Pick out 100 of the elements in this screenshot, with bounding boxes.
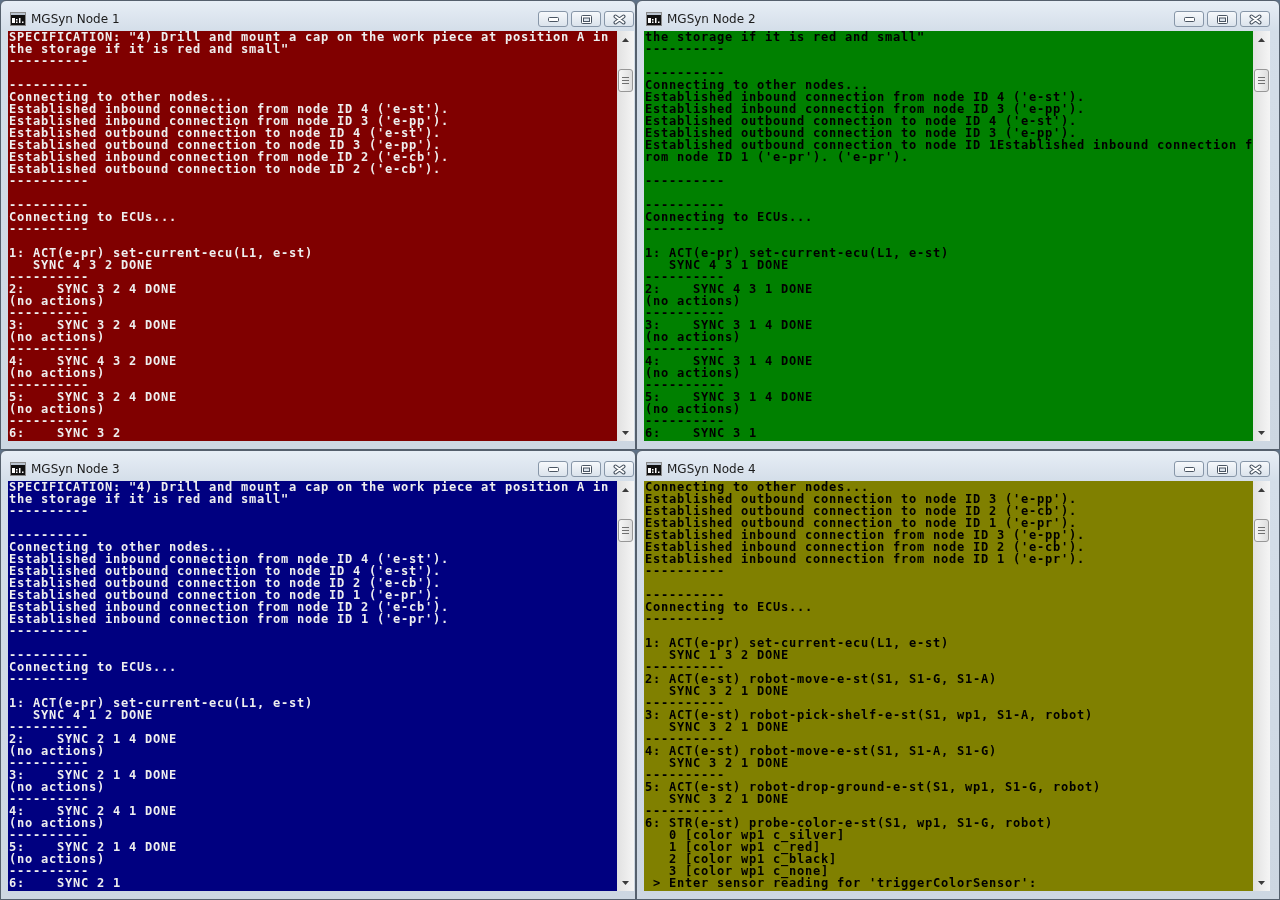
- console-line: Established outbound connection to node ID 3 ('e-pp').: [9, 139, 442, 151]
- window-title: MGSyn Node 2: [667, 12, 756, 26]
- console-line: 6: SYNC 3 1: [645, 427, 757, 439]
- minimize-button[interactable]: [1174, 461, 1204, 477]
- maximize-button[interactable]: [571, 461, 601, 477]
- down-arrow-icon: [622, 430, 629, 435]
- console-line: Established outbound connection to node ID 4 ('e-st').: [9, 565, 442, 577]
- console-line: 1: ACT(e-pr) set-current-ecu(L1, e-st): [645, 247, 950, 259]
- close-button[interactable]: [1240, 11, 1270, 27]
- minimize-icon: [1183, 466, 1195, 472]
- scrollbar-thumb[interactable]: [1254, 69, 1269, 92]
- console-line: ----------: [9, 529, 89, 541]
- console-line: ----------: [645, 343, 725, 355]
- console-line: ----------: [645, 307, 725, 319]
- console-icon: [646, 462, 662, 476]
- minimize-button[interactable]: [538, 11, 568, 27]
- maximize-button[interactable]: [1207, 11, 1237, 27]
- maximize-button[interactable]: [571, 11, 601, 27]
- scrollbar-thumb[interactable]: [618, 69, 633, 92]
- minimize-button[interactable]: [1174, 11, 1204, 27]
- console-line: Connecting to ECUs...: [9, 661, 177, 673]
- console-line: ----------: [645, 697, 725, 709]
- console-line: ----------: [645, 43, 725, 55]
- up-arrow-icon: [1258, 487, 1265, 492]
- console-line: (no actions): [9, 367, 105, 379]
- console-icon: [10, 12, 26, 26]
- scrollbar-thumb[interactable]: [1254, 519, 1269, 542]
- console-line: 4: SYNC 4 3 2 DONE: [9, 355, 177, 367]
- console-line: SPECIFICATION: "4) Drill and mount a cap on the work piece at position A in: [9, 31, 610, 43]
- console-line: ----------: [9, 757, 89, 769]
- console-line: Established outbound connection to node ID 4 ('e-st').: [9, 127, 442, 139]
- console-line: SYNC 3 2 1 DONE: [669, 793, 789, 805]
- console-line: Connecting to other nodes...: [645, 79, 870, 91]
- close-icon: [1248, 463, 1262, 475]
- down-arrow-icon: [622, 880, 629, 885]
- window-title: MGSyn Node 1: [31, 12, 120, 26]
- minimize-button[interactable]: [538, 461, 568, 477]
- console-line: (no actions): [9, 331, 105, 343]
- minimize-icon: [547, 466, 559, 472]
- console-line: ----------: [645, 67, 725, 79]
- console-line: Established inbound connection from node ID 1 ('e-pr').: [9, 613, 450, 625]
- console-line: > Enter sensor reading for 'triggerColorSensor':: [653, 877, 1038, 889]
- console-line: the storage if it is red and small": [9, 43, 290, 55]
- console-line: ----------: [645, 805, 725, 817]
- console-line: ----------: [645, 223, 725, 235]
- console-line: Connecting to other nodes...: [9, 541, 234, 553]
- console-line: Established outbound connection to node ID 2 ('e-cb').: [9, 577, 442, 589]
- maximize-icon: [1216, 14, 1228, 24]
- console-line: (no actions): [9, 403, 105, 415]
- console-line: ----------: [9, 79, 89, 91]
- console-line: Established inbound connection from node ID 2 ('e-cb').: [9, 151, 450, 163]
- console-line: SPECIFICATION: "4) Drill and mount a cap on the work piece at position A in: [9, 481, 610, 493]
- close-icon: [1248, 13, 1262, 25]
- maximize-icon: [580, 464, 592, 474]
- console-line: 2: ACT(e-st) robot-move-e-st(S1, S1-G, S1-A): [645, 673, 998, 685]
- console-line: 5: SYNC 3 2 4 DONE: [9, 391, 177, 403]
- close-button[interactable]: [1240, 461, 1270, 477]
- scrollbar-thumb[interactable]: [618, 519, 633, 542]
- console-line: 2: SYNC 4 3 1 DONE: [645, 283, 813, 295]
- console-line: ----------: [645, 415, 725, 427]
- console-line: ----------: [9, 199, 89, 211]
- console-line: 3 [color wp1 c_none]: [669, 865, 829, 877]
- console-line: Established outbound connection to node ID 3 ('e-pp').: [645, 127, 1078, 139]
- console-line: Established outbound connection to node ID 3 ('e-pp').: [645, 493, 1078, 505]
- console-line: ----------: [9, 415, 89, 427]
- close-button[interactable]: [604, 11, 634, 27]
- console-line: ----------: [645, 589, 725, 601]
- console-line: 5: ACT(e-st) robot-drop-ground-e-st(S1, wp1, S1-G, robot): [645, 781, 1102, 793]
- console-icon: [646, 12, 662, 26]
- console-line: Connecting to other nodes...: [9, 91, 234, 103]
- grip-icon: [622, 77, 629, 84]
- console-line: 1: ACT(e-pr) set-current-ecu(L1, e-st): [9, 247, 314, 259]
- console-line: SYNC 3 2 1 DONE: [669, 685, 789, 697]
- console-line: (no actions): [9, 295, 105, 307]
- console-line: ----------: [9, 625, 89, 637]
- console-line: 4: SYNC 3 1 4 DONE: [645, 355, 813, 367]
- console-line: (no actions): [9, 817, 105, 829]
- console-line: Established inbound connection from node ID 2 ('e-cb').: [9, 601, 450, 613]
- console-line: 6: STR(e-st) probe-color-e-st(S1, wp1, S1-G, robot): [645, 817, 1054, 829]
- console-line: 4: ACT(e-st) robot-move-e-st(S1, S1-A, S1-G): [645, 745, 998, 757]
- up-arrow-icon: [1258, 37, 1265, 42]
- console-line: (no actions): [645, 403, 741, 415]
- console-line: Connecting to ECUs...: [645, 601, 813, 613]
- console-line: (no actions): [645, 367, 741, 379]
- console-line: SYNC 4 3 1 DONE: [669, 259, 789, 271]
- down-arrow-icon: [1258, 880, 1265, 885]
- close-button[interactable]: [604, 461, 634, 477]
- console-line: ----------: [645, 613, 725, 625]
- console-line: ----------: [9, 721, 89, 733]
- maximize-button[interactable]: [1207, 461, 1237, 477]
- console-line: ----------: [645, 379, 725, 391]
- console-line: Established outbound connection to node ID 1 ('e-pr').: [645, 517, 1078, 529]
- console-line: Established outbound connection to node ID 4 ('e-st').: [645, 115, 1078, 127]
- grip-icon: [1258, 77, 1265, 84]
- console-line: Established inbound connection from node ID 2 ('e-cb').: [645, 541, 1086, 553]
- console-line: ----------: [645, 661, 725, 673]
- console-line: ----------: [9, 343, 89, 355]
- console-line: ----------: [645, 175, 725, 187]
- console-line: 1 [color wp1 c_red]: [669, 841, 821, 853]
- console-line: Established inbound connection from node ID 3 ('e-pp').: [645, 529, 1086, 541]
